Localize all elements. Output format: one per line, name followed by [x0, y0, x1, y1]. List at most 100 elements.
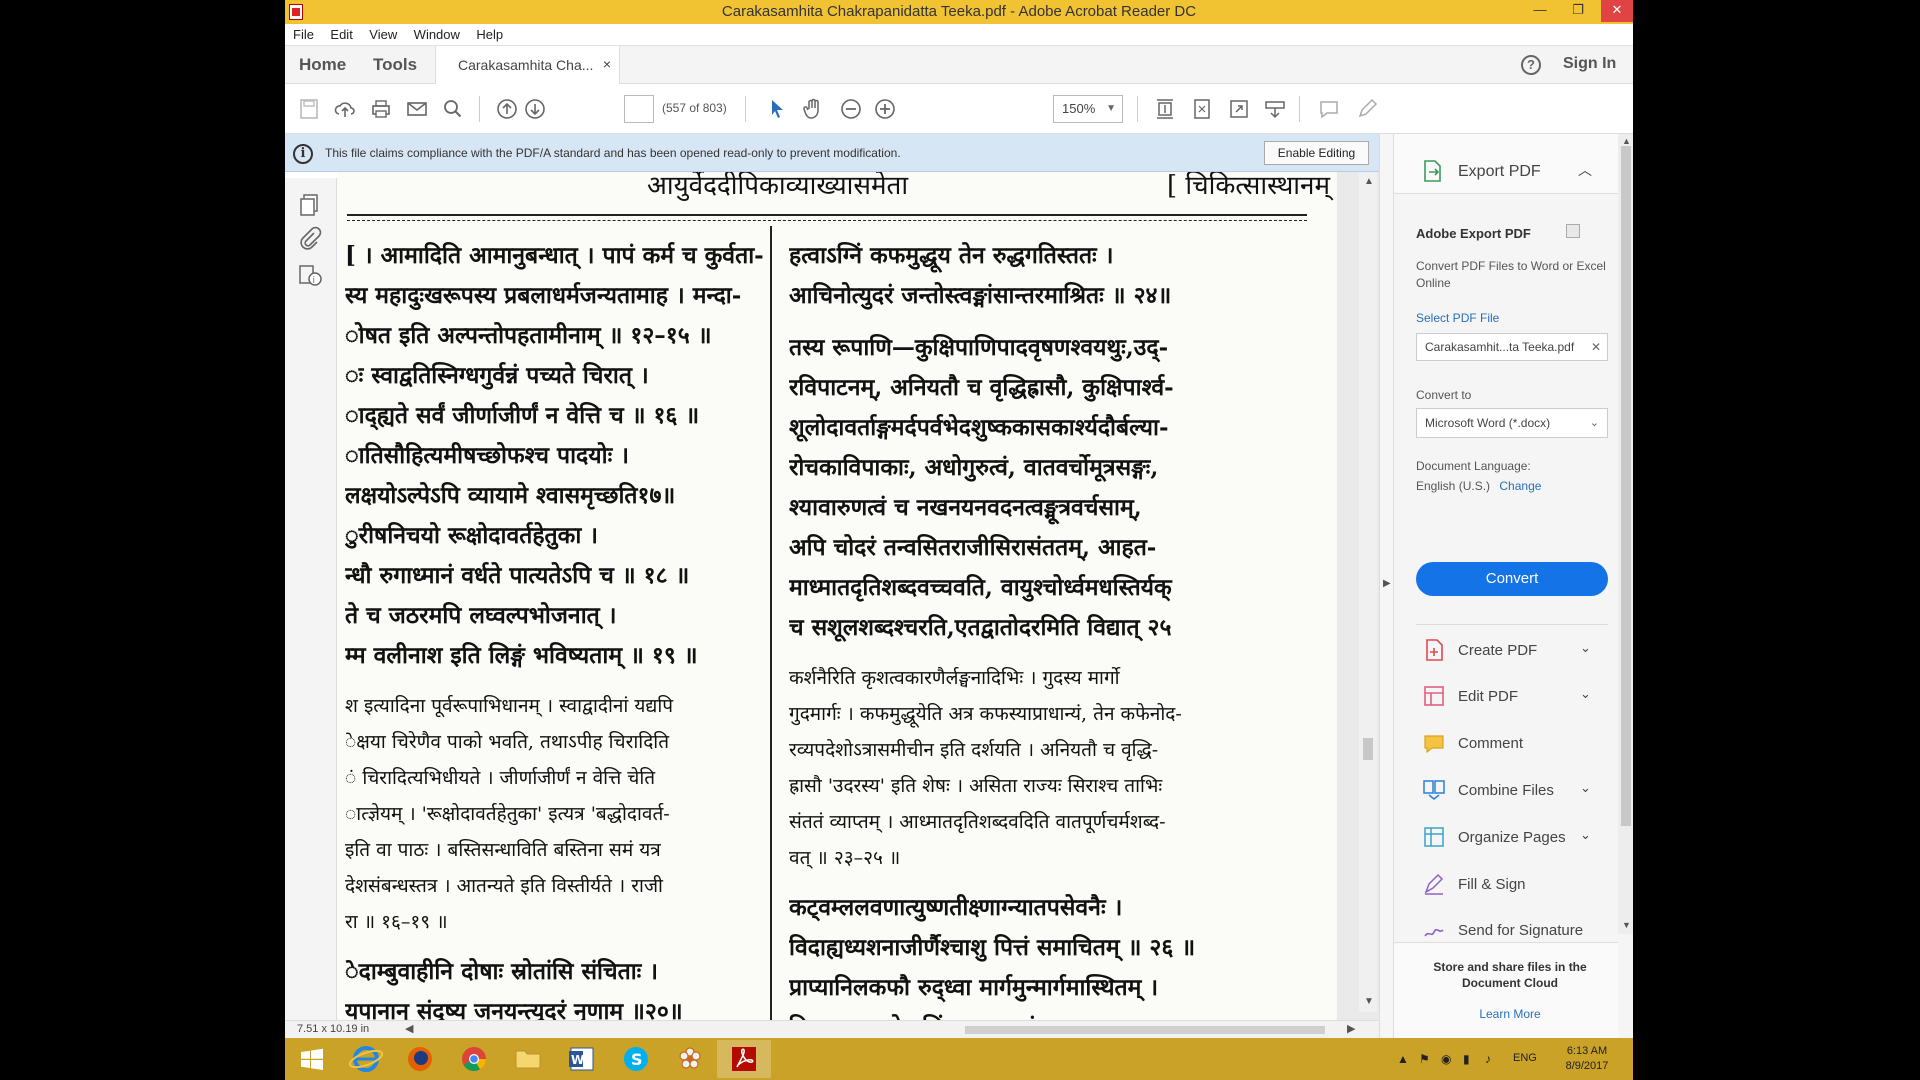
- print-icon[interactable]: [369, 97, 393, 121]
- menu-edit[interactable]: Edit: [330, 24, 352, 46]
- internet-explorer-icon[interactable]: [339, 1040, 393, 1078]
- copy-icon[interactable]: [1566, 224, 1580, 238]
- chrome-icon[interactable]: [447, 1040, 501, 1078]
- scroll-right-icon[interactable]: ▶: [1347, 1022, 1355, 1035]
- comment-icon[interactable]: [1317, 97, 1341, 121]
- cloud-promo-text: Store and share files in the Document Cl…: [1433, 960, 1587, 990]
- fit-page-icon[interactable]: [1190, 97, 1214, 121]
- scroll-thumb[interactable]: [1363, 738, 1373, 760]
- help-icon[interactable]: ?: [1521, 55, 1541, 75]
- pen-icon[interactable]: [1355, 97, 1379, 121]
- right-pane-toggle[interactable]: ▶: [1379, 134, 1393, 1038]
- tool-fill-sign[interactable]: Fill & Sign: [1394, 862, 1618, 906]
- scroll-thumb[interactable]: [1621, 146, 1631, 826]
- hand-tool-icon[interactable]: [801, 97, 825, 121]
- tools-pane-scrollbar[interactable]: ▲ ▼: [1618, 134, 1633, 934]
- scroll-down-icon[interactable]: ▼: [1364, 996, 1374, 1007]
- tool-label: Organize Pages: [1458, 829, 1566, 846]
- selected-file-field[interactable]: Carakasamhit...ta Teeka.pdf ✕: [1416, 333, 1608, 361]
- restore-button[interactable]: ❐: [1563, 0, 1593, 22]
- enable-editing-button[interactable]: Enable Editing: [1264, 141, 1369, 165]
- select-pdf-file-link[interactable]: Select PDF File: [1416, 311, 1499, 325]
- read-mode-icon[interactable]: [1263, 97, 1287, 121]
- tool-combine-files[interactable]: Combine Files ⌄: [1394, 768, 1618, 812]
- menu-window[interactable]: Window: [414, 24, 460, 46]
- zoom-in-icon[interactable]: [873, 97, 897, 121]
- chevron-up-icon[interactable]: ︿: [1578, 160, 1592, 180]
- firefox-icon[interactable]: [393, 1040, 447, 1078]
- select-cursor-icon[interactable]: [765, 97, 789, 121]
- toolbar-divider: [1137, 96, 1138, 122]
- word-icon[interactable]: W: [555, 1040, 609, 1078]
- tab-home[interactable]: Home: [299, 55, 346, 75]
- vertical-scrollbar[interactable]: ▲ ▼: [1359, 172, 1377, 1012]
- input-language[interactable]: ENG: [1513, 1052, 1537, 1064]
- learn-more-link[interactable]: Learn More: [1414, 1007, 1606, 1021]
- document-viewport[interactable]: आयुर्वेददीपिकाव्याख्यासमेता [ चिकित्सास्…: [337, 172, 1379, 1020]
- close-button[interactable]: ✕: [1601, 0, 1633, 22]
- app-flower-icon[interactable]: [663, 1040, 717, 1078]
- scroll-down-icon[interactable]: ▼: [1622, 920, 1631, 930]
- tool-create-pdf[interactable]: Create PDF ⌄: [1394, 628, 1618, 672]
- format-select[interactable]: Microsoft Word (*.docx) ⌄: [1416, 408, 1608, 438]
- page-thumbnails-icon[interactable]: [297, 192, 323, 218]
- next-page-icon[interactable]: [523, 97, 547, 121]
- zoom-select[interactable]: 150% ▼: [1053, 95, 1123, 123]
- right-column: हत्वाऽग्निं कफमुद्धूय तेन रुद्धगतिस्ततः …: [789, 236, 1309, 1020]
- tool-send-for-signature[interactable]: Send for Signature: [1394, 908, 1618, 942]
- save-icon[interactable]: [297, 97, 321, 121]
- change-language-link[interactable]: Change: [1499, 479, 1541, 493]
- scroll-up-icon[interactable]: ▲: [1622, 136, 1631, 146]
- previous-page-icon[interactable]: [495, 97, 519, 121]
- signal-icon[interactable]: ▮: [1463, 1052, 1470, 1066]
- tab-document[interactable]: Carakasamhita Cha... ×: [435, 46, 620, 84]
- chevron-down-icon[interactable]: ⌄: [1580, 640, 1591, 656]
- full-screen-icon[interactable]: [1227, 97, 1251, 121]
- text-line: गुदमार्गः । कफमुद्धूयेति अत्र कफस्याप्रा…: [789, 703, 1182, 725]
- clock[interactable]: 6:13 AM 8/9/2017: [1557, 1044, 1617, 1074]
- email-icon[interactable]: [405, 97, 429, 121]
- text-line: वत् ॥ २३–२५ ॥: [789, 847, 901, 869]
- zoom-out-icon[interactable]: [839, 97, 863, 121]
- standards-icon[interactable]: i: [297, 262, 323, 288]
- search-icon[interactable]: [441, 97, 465, 121]
- action-center-flag-icon[interactable]: ⚑: [1419, 1052, 1430, 1066]
- tab-tools[interactable]: Tools: [373, 55, 417, 75]
- scroll-mode-icon[interactable]: [1153, 97, 1177, 121]
- acrobat-taskbar-icon[interactable]: [717, 1040, 771, 1078]
- status-bar: 7.51 x 10.19 in ◀ ▶: [285, 1020, 1379, 1038]
- system-tray: ▲ ⚑ ◉ ▮ ♪ ENG 6:13 AM 8/9/2017: [1389, 1038, 1633, 1080]
- convert-button[interactable]: Convert: [1416, 562, 1608, 596]
- text-line: देशसंबन्धस्तत्र । आतन्यते इति विस्तीर्यत…: [345, 875, 663, 897]
- skype-icon[interactable]: S: [609, 1040, 663, 1078]
- network-icon[interactable]: ◉: [1441, 1052, 1451, 1066]
- upload-cloud-icon[interactable]: [333, 97, 357, 121]
- chevron-down-icon[interactable]: ⌄: [1580, 686, 1591, 702]
- menu-file[interactable]: File: [293, 24, 314, 46]
- tool-organize-pages[interactable]: Organize Pages ⌄: [1394, 815, 1618, 859]
- text-line: [ । आमादिति आमानुबन्धात् । पापं कर्म च क…: [345, 242, 764, 269]
- tool-edit-pdf[interactable]: Edit PDF ⌄: [1394, 674, 1618, 718]
- sign-in-button[interactable]: Sign In: [1563, 55, 1616, 73]
- export-pdf-header[interactable]: Export PDF ︿: [1394, 134, 1618, 194]
- chevron-down-icon[interactable]: ⌄: [1580, 780, 1591, 796]
- scroll-left-icon[interactable]: ◀: [405, 1022, 413, 1035]
- chevron-down-icon[interactable]: ⌄: [1580, 827, 1591, 843]
- page-number-input[interactable]: [624, 95, 654, 123]
- clear-file-icon[interactable]: ✕: [1591, 334, 1601, 360]
- start-button[interactable]: [285, 1040, 339, 1078]
- menu-view[interactable]: View: [369, 24, 397, 46]
- volume-icon[interactable]: ♪: [1485, 1052, 1491, 1066]
- menu-help[interactable]: Help: [476, 24, 503, 46]
- horizontal-scroll-thumb[interactable]: [965, 1026, 1325, 1034]
- text-line: ुरीषनिचयो रूक्षोदावर्तहेतुका ।: [345, 522, 599, 549]
- attachments-icon[interactable]: [297, 226, 323, 252]
- tools-pane: Export PDF ︿ Adobe Export PDF Convert PD…: [1393, 134, 1633, 1038]
- document-cloud-promo: Store and share files in the Document Cl…: [1394, 942, 1618, 1038]
- tab-close-icon[interactable]: ×: [603, 56, 611, 72]
- tray-expand-icon[interactable]: ▲: [1397, 1052, 1409, 1066]
- minimize-button[interactable]: —: [1525, 0, 1555, 22]
- file-explorer-icon[interactable]: [501, 1040, 555, 1078]
- tool-comment[interactable]: Comment: [1394, 721, 1618, 765]
- scroll-up-icon[interactable]: ▲: [1364, 176, 1374, 187]
